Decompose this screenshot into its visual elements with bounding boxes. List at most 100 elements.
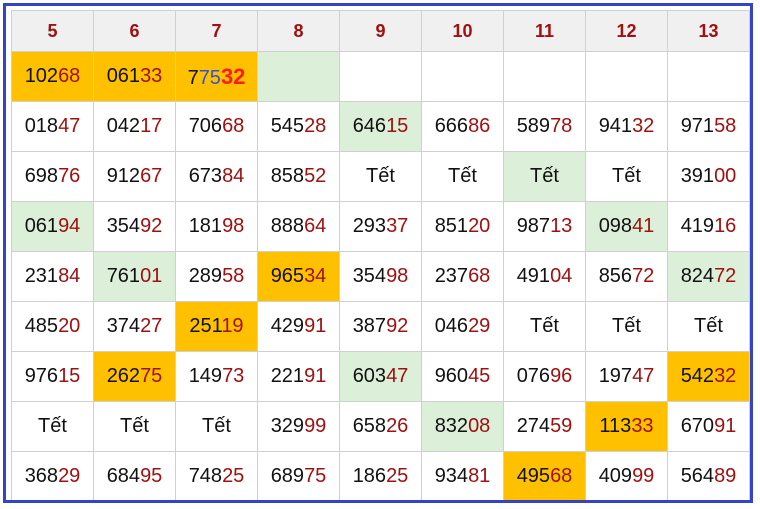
result-cell: Tết	[421, 151, 504, 202]
result-cell: 48520	[11, 301, 94, 352]
table-row: 06194 35492 18198 88864 29337 85120 98713 09841…	[11, 201, 750, 252]
result-cell: 97158	[667, 101, 750, 152]
result-cell: 82472	[667, 251, 750, 302]
column-header: 5	[11, 10, 94, 52]
result-cell: 40999	[585, 451, 668, 500]
result-last-two: 25	[386, 465, 409, 487]
result-cell: 23184	[11, 251, 94, 302]
result-prefix: 689	[270, 465, 305, 487]
result-last-two: 67	[140, 165, 163, 187]
result-last-two: 76	[58, 165, 81, 187]
result-prefix: 076	[516, 365, 551, 387]
result-last-two: 75	[140, 365, 163, 387]
result-last-two: 78	[550, 115, 573, 137]
result-cell: 18198	[175, 201, 258, 252]
result-cell: 68495	[93, 451, 176, 500]
result-last-two: 25	[222, 465, 245, 487]
result-last-two: 16	[714, 215, 737, 237]
result-cell: 49568	[503, 451, 586, 500]
result-prefix: 965	[270, 265, 305, 287]
result-prefix: 374	[106, 315, 141, 337]
result-cell: 29337	[339, 201, 422, 252]
results-table: 5 6 7 8 9 10 11 12 13 10268 06133 77532 01847 04217 7…	[11, 10, 750, 500]
result-last-two: 26	[386, 415, 409, 437]
table-row: 69876 91267 67384 85852 Tết Tết Tết Tết 39100	[11, 151, 750, 202]
result-cell: 98713	[503, 201, 586, 252]
result-cell: 35492	[93, 201, 176, 252]
result-cell: 23768	[421, 251, 504, 302]
result-digits-p3: 32	[220, 63, 246, 89]
column-header: 7	[175, 10, 258, 52]
result-last-two: 91	[304, 315, 327, 337]
result-last-two: 34	[304, 265, 327, 287]
result-prefix: 329	[270, 415, 305, 437]
result-prefix: 391	[680, 165, 715, 187]
result-last-two: 00	[714, 165, 737, 187]
result-cell: Tết	[339, 151, 422, 202]
result-last-two: 47	[632, 365, 655, 387]
result-last-two: 68	[550, 465, 573, 487]
result-last-two: 68	[468, 265, 491, 287]
result-prefix: 603	[352, 365, 387, 387]
result-cell: 11333	[585, 401, 668, 452]
result-cell: 01847	[11, 101, 94, 152]
holiday-label: Tết	[694, 315, 723, 337]
result-prefix: 971	[680, 115, 715, 137]
column-header: 13	[667, 10, 750, 52]
result-cell: 56489	[667, 451, 750, 500]
result-cell: Tết	[503, 151, 586, 202]
holiday-label: Tết	[366, 165, 395, 187]
result-last-two: 86	[468, 115, 491, 137]
result-cell: 10268	[11, 51, 94, 102]
result-cell: 38792	[339, 301, 422, 352]
result-cell: Tết	[503, 301, 586, 352]
holiday-label: Tết	[612, 165, 641, 187]
result-cell: 06133	[93, 51, 176, 102]
column-header: 6	[93, 10, 176, 52]
result-prefix: 761	[106, 265, 141, 287]
result-cell: 49104	[503, 251, 586, 302]
result-prefix: 251	[189, 315, 222, 337]
result-last-two: 19	[221, 315, 244, 337]
result-cell: 25119	[175, 301, 258, 352]
result-prefix: 706	[188, 115, 223, 137]
result-last-two: 84	[222, 165, 245, 187]
result-prefix: 354	[106, 215, 141, 237]
header-row: 5 6 7 8 9 10 11 12 13	[11, 10, 750, 52]
result-cell: 97615	[11, 351, 94, 402]
result-last-two: 20	[468, 215, 491, 237]
result-prefix: 646	[352, 115, 387, 137]
result-last-two: 33	[140, 65, 163, 87]
column-header: 11	[503, 10, 586, 52]
result-last-two: 99	[632, 465, 655, 487]
result-last-two: 52	[304, 165, 327, 187]
result-last-two: 29	[468, 315, 491, 337]
result-cell: 04217	[93, 101, 176, 152]
result-prefix: 221	[270, 365, 305, 387]
result-prefix: 987	[516, 215, 551, 237]
result-cell: 77532	[175, 51, 258, 102]
table-row: 01847 04217 70668 54528 64615 66686 58978 94132…	[11, 101, 750, 152]
result-cell: 09841	[585, 201, 668, 252]
result-prefix: 748	[188, 465, 223, 487]
result-prefix: 149	[188, 365, 223, 387]
result-last-two: 20	[58, 315, 81, 337]
result-prefix: 960	[434, 365, 469, 387]
result-cell: 32999	[257, 401, 340, 452]
result-cell: 65826	[339, 401, 422, 452]
result-cell: 96534	[257, 251, 340, 302]
result-prefix: 186	[352, 465, 387, 487]
result-last-two: 92	[140, 215, 163, 237]
result-prefix: 429	[270, 315, 305, 337]
result-last-two: 13	[550, 215, 573, 237]
result-last-two: 92	[386, 315, 409, 337]
result-cell: 54232	[667, 351, 750, 402]
result-prefix: 976	[24, 365, 59, 387]
result-cell: 18625	[339, 451, 422, 500]
result-last-two: 68	[58, 65, 81, 87]
holiday-label: Tết	[448, 165, 477, 187]
result-cell	[339, 51, 422, 102]
holiday-label: Tết	[530, 165, 559, 187]
column-header: 8	[257, 10, 340, 52]
result-last-two: 91	[304, 365, 327, 387]
